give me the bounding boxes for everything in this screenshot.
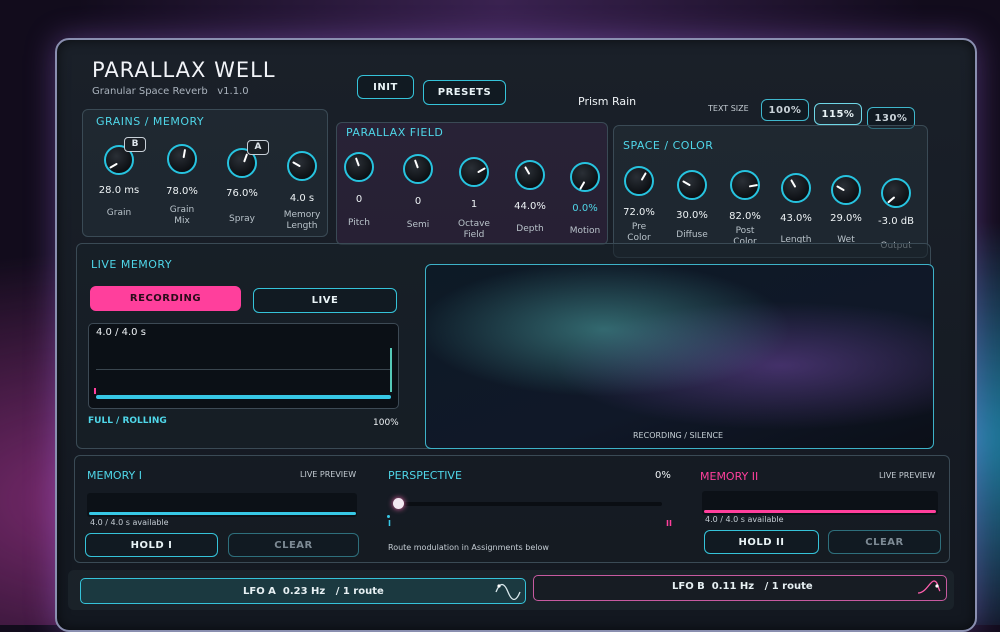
lfo-a-routes: / 1 route — [335, 586, 384, 597]
hold-2-button[interactable]: HOLD II — [704, 530, 819, 554]
memory-1-fill-bar — [89, 512, 356, 515]
knob-indicator — [790, 179, 797, 188]
text-size-115-button[interactable]: 115% — [814, 103, 862, 125]
lfo-b-info: LFO B 0.11 Hz / 1 route — [672, 581, 813, 592]
lfo-b-name: LFO B — [672, 581, 705, 592]
memory-2-fill-bar — [704, 510, 936, 513]
buffer-fill-percent: 100% — [373, 418, 399, 428]
lfo-a-info: LFO A 0.23 Hz / 1 route — [243, 586, 384, 597]
knob-indicator — [243, 153, 249, 163]
perspective-left-mark: I — [388, 519, 391, 528]
space-knob-3[interactable] — [781, 173, 811, 203]
parallax-knob-3[interactable] — [515, 160, 545, 190]
space-knob-5[interactable] — [881, 178, 911, 208]
text-size-label: TEXT SIZE — [708, 104, 749, 113]
knob-indicator — [579, 181, 586, 190]
grains-knob-3[interactable] — [287, 151, 317, 181]
app-title: PARALLAX WELL — [92, 58, 276, 82]
version-text: v1.1.0 — [217, 86, 249, 97]
grains-mod-tag-2[interactable]: A — [247, 140, 269, 155]
perspective-right-mark: II — [666, 519, 672, 528]
lfo-b-routes: / 1 route — [764, 581, 813, 592]
knob-indicator — [413, 159, 419, 169]
space-color-title: SPACE / COLOR — [623, 139, 714, 152]
init-button[interactable]: INIT — [357, 75, 414, 99]
knob-indicator — [682, 180, 691, 187]
knob-indicator — [354, 157, 360, 167]
ramp-wave-icon — [917, 580, 941, 594]
knob-indicator — [524, 166, 531, 175]
knob-indicator — [836, 185, 845, 192]
clear-2-button[interactable]: CLEAR — [828, 530, 941, 554]
parallax-knob-2[interactable] — [459, 157, 489, 187]
presets-button[interactable]: PRESETS — [423, 80, 506, 105]
memory-2-preview: LIVE PREVIEW — [879, 471, 936, 480]
buffer-readout: 4.0 / 4.0 s — [96, 327, 146, 338]
buffer-midline — [96, 369, 390, 370]
memory-2-title: MEMORY II — [700, 470, 759, 483]
parallax-knob-1[interactable] — [403, 154, 433, 184]
parallax-field-title: PARALLAX FIELD — [346, 126, 444, 139]
space-visualizer — [425, 264, 934, 449]
preset-name: Prism Rain — [578, 95, 637, 108]
lfo-a-rate: 0.23 Hz — [282, 586, 326, 597]
perspective-slider-thumb[interactable] — [393, 498, 404, 509]
memory-2-available: 4.0 / 4.0 s available — [705, 515, 784, 524]
knob-indicator — [748, 183, 758, 188]
grains-mod-tag-0[interactable]: B — [124, 137, 146, 152]
recording-button[interactable]: RECORDING — [90, 286, 241, 311]
buffer-fill-bar — [96, 395, 391, 399]
live-memory-title: LIVE MEMORY — [91, 258, 173, 271]
knob-indicator — [182, 149, 187, 159]
perspective-slider-track[interactable] — [396, 502, 662, 506]
space-knob-1[interactable] — [677, 170, 707, 200]
space-value-5: -3.0 dB — [878, 216, 914, 227]
subtitle-text: Granular Space Reverb — [92, 86, 208, 97]
app-subtitle: Granular Space Reverb v1.1.0 — [92, 86, 249, 97]
memory-1-title: MEMORY I — [87, 469, 142, 482]
buffer-playhead — [390, 348, 392, 392]
knob-indicator — [887, 196, 896, 204]
space-knob-0[interactable] — [624, 166, 654, 196]
knob-indicator — [109, 162, 118, 169]
perspective-left-dot — [387, 515, 390, 518]
knob-indicator — [640, 172, 647, 181]
perspective-value: 0% — [655, 470, 671, 481]
sine-wave-icon — [495, 583, 521, 600]
knob-indicator — [477, 167, 486, 174]
visualizer-caption: RECORDING / SILENCE — [633, 431, 724, 440]
hold-1-button[interactable]: HOLD I — [85, 533, 218, 557]
clear-1-button[interactable]: CLEAR — [228, 533, 359, 557]
knob-indicator — [292, 161, 301, 168]
space-knob-4[interactable] — [831, 175, 861, 205]
perspective-note: Route modulation in Assignments below — [388, 543, 549, 552]
lfo-a-name: LFO A — [243, 586, 276, 597]
text-size-100-button[interactable]: 100% — [761, 99, 809, 121]
parallax-knob-4[interactable] — [570, 162, 600, 192]
grains-value-0: 28.0 ms — [98, 185, 140, 196]
grains-label-0: Grain — [106, 208, 132, 218]
space-knob-2[interactable] — [730, 170, 760, 200]
grains-knob-1[interactable] — [167, 144, 197, 174]
grains-memory-title: GRAINS / MEMORY — [96, 115, 205, 128]
buffer-start-marker — [94, 388, 96, 394]
perspective-title: PERSPECTIVE — [388, 469, 462, 482]
lfo-b-rate: 0.11 Hz — [711, 581, 755, 592]
live-button[interactable]: LIVE — [253, 288, 397, 313]
memory-1-preview: LIVE PREVIEW — [300, 470, 357, 479]
parallax-knob-0[interactable] — [344, 152, 374, 182]
memory-1-available: 4.0 / 4.0 s available — [90, 518, 169, 527]
buffer-mode: FULL / ROLLING — [88, 416, 167, 426]
